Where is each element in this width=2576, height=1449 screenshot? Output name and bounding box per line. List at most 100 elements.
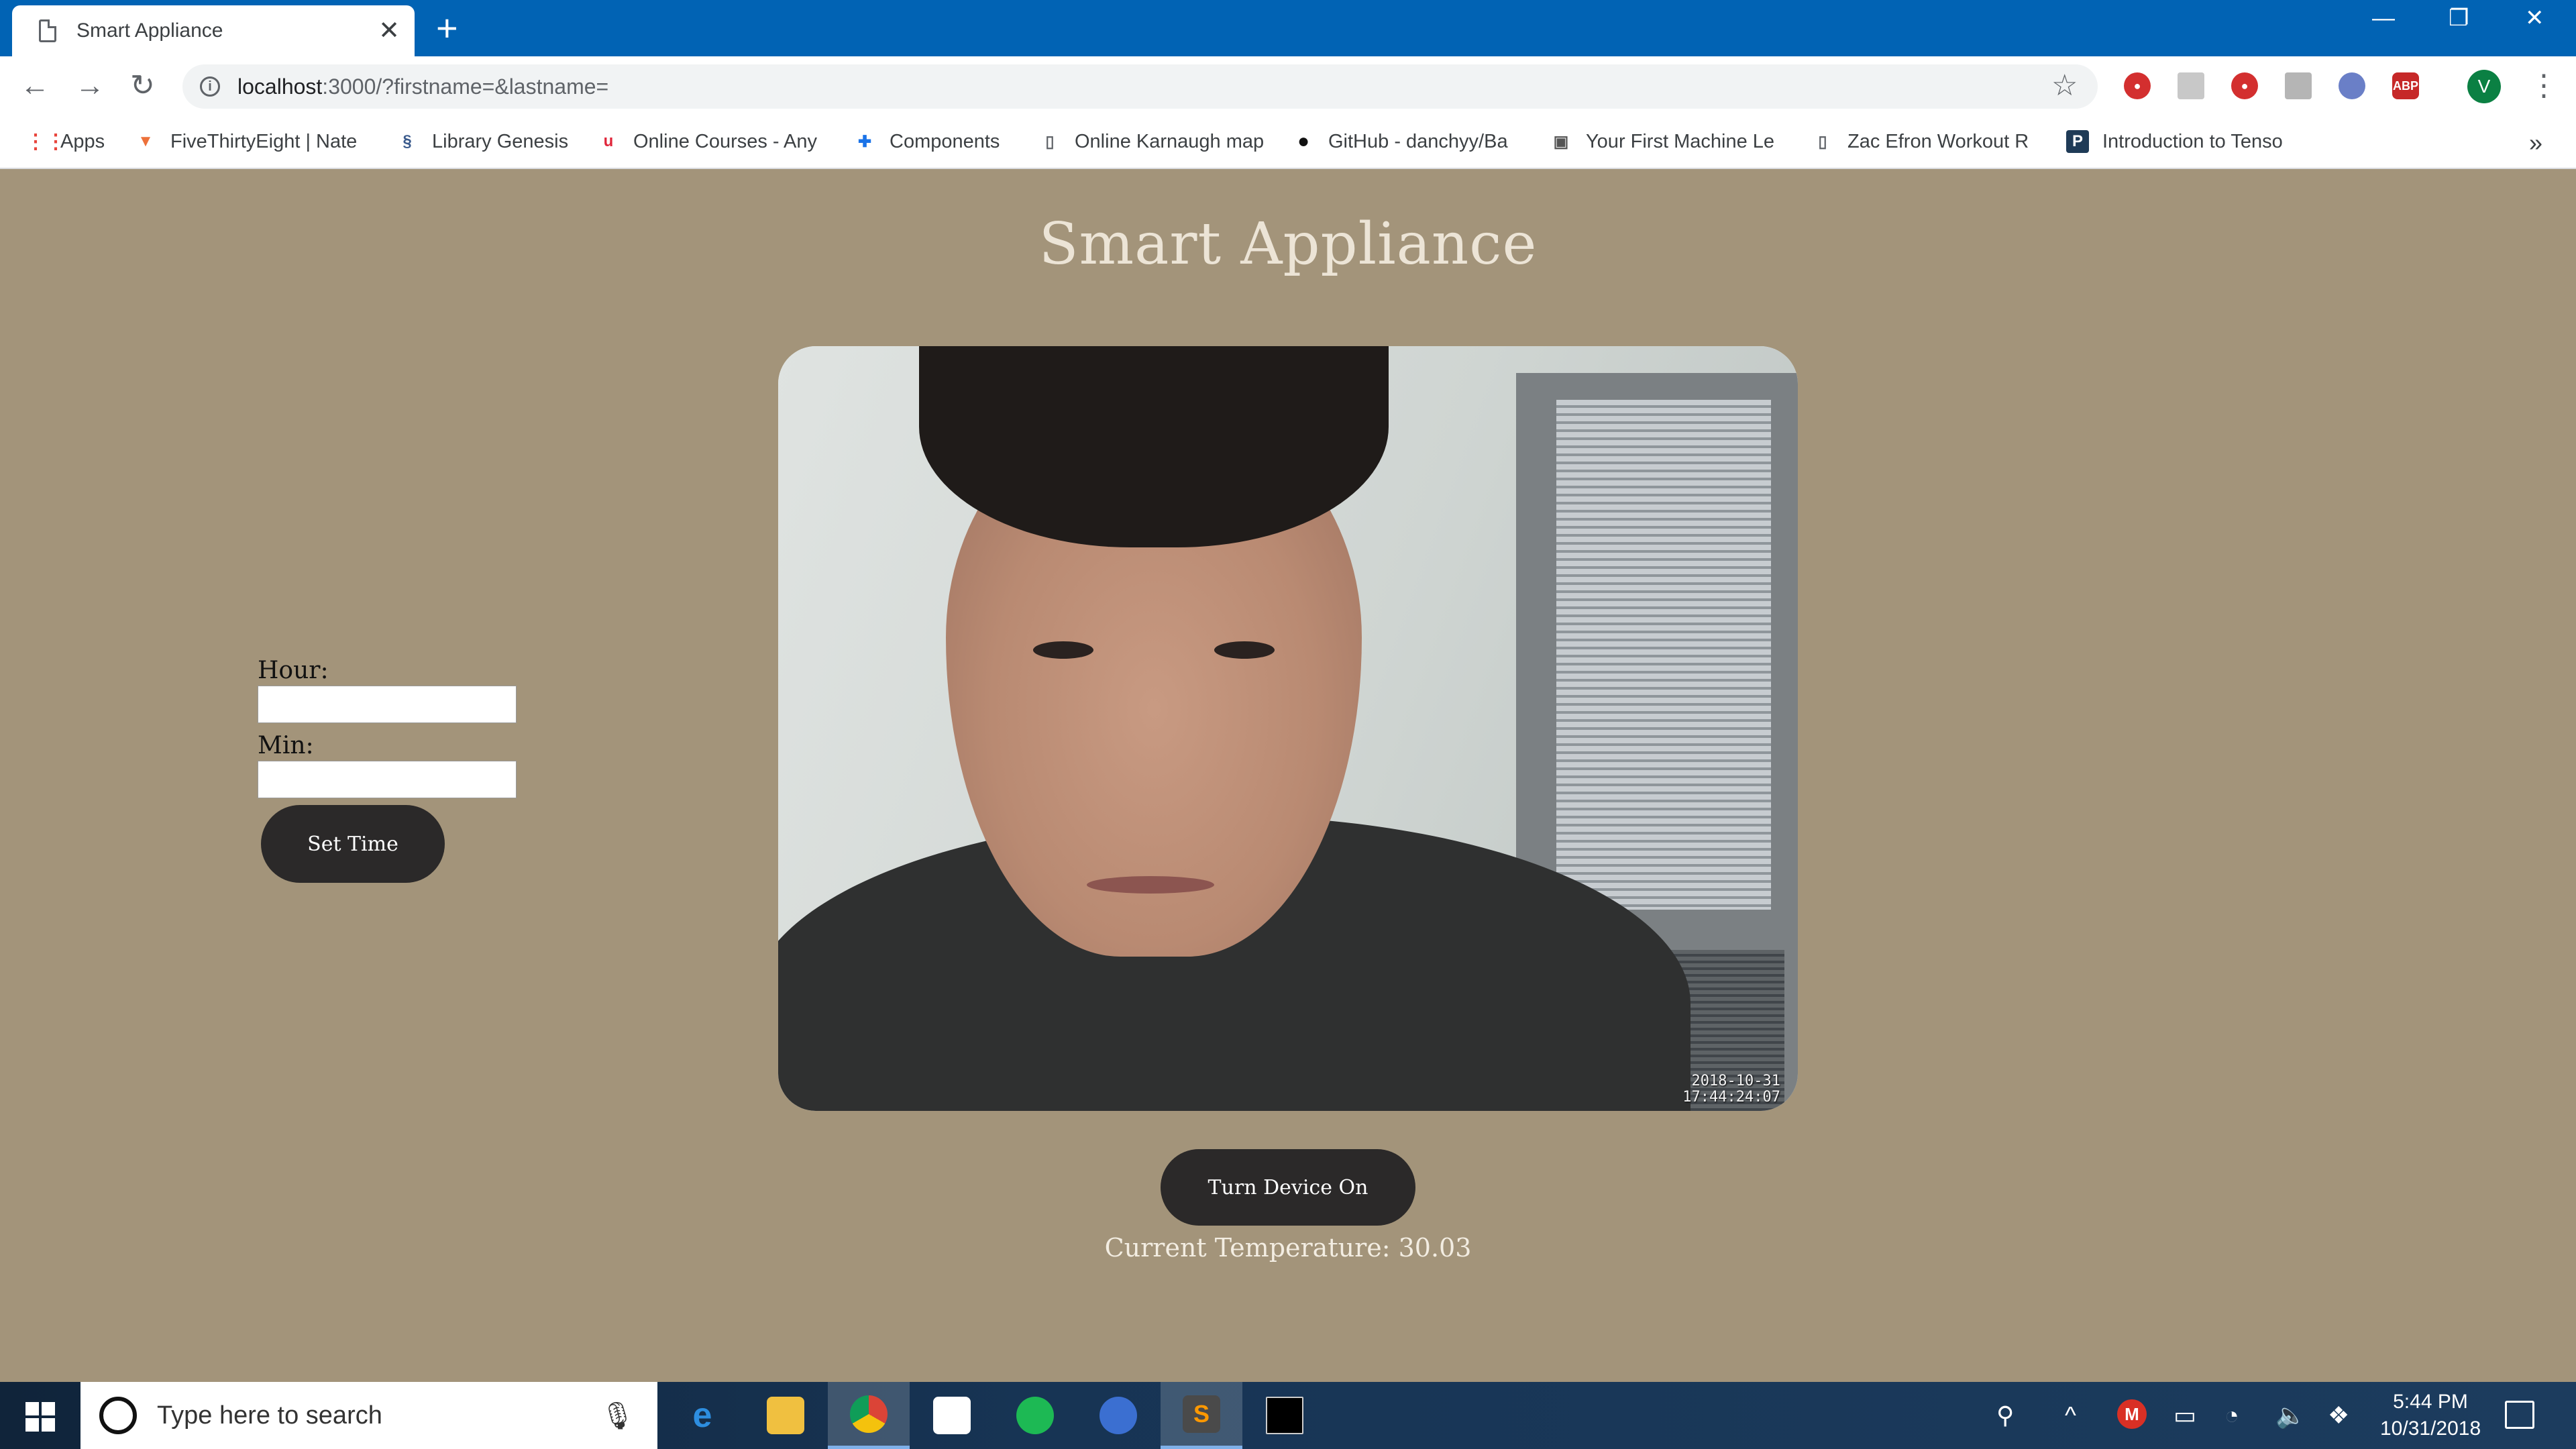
adblock-extension-icon[interactable]: ABP: [2392, 72, 2419, 99]
store-bag-icon: [933, 1397, 971, 1434]
browser-tabstrip: Smart Appliance ✕ + — ❐ ✕: [0, 0, 2576, 56]
minimize-button[interactable]: —: [2372, 7, 2395, 30]
url-path: :3000/?firstname=&lastname=: [322, 74, 609, 99]
bookmark-components[interactable]: ✚ Components: [853, 130, 1000, 153]
record-extension-icon[interactable]: ●: [2124, 72, 2151, 99]
windows-start-icon[interactable]: [25, 1402, 55, 1432]
bookmark-library-genesis[interactable]: § Library Genesis: [396, 130, 568, 153]
bookmark-karnaugh[interactable]: ▯ Online Karnaugh map: [1038, 130, 1267, 153]
action-center-icon[interactable]: [2505, 1401, 2534, 1429]
wifi-icon[interactable]: ◔: [2224, 1402, 2239, 1429]
pdf-extension-icon[interactable]: [2178, 72, 2204, 99]
page-content: Smart Appliance 2018-10-31 17:44:24:07 H…: [0, 169, 2576, 1382]
page-icon: ▯: [1045, 132, 1055, 151]
taskbar-chrome[interactable]: [828, 1382, 910, 1449]
bookmark-label: Library Genesis: [432, 130, 569, 152]
clock-date: 10/31/2018: [2380, 1417, 2481, 1440]
bookmark-label: Online Karnaugh map: [1075, 130, 1265, 152]
browser-toolbar: ← → ↻ i localhost:3000/?firstname=&lastn…: [0, 56, 2576, 117]
show-hidden-icons-chevron-icon[interactable]: ^: [2065, 1402, 2076, 1429]
bookmark-online-courses[interactable]: u Online Courses - Any: [597, 130, 825, 153]
start-pane: [25, 1418, 39, 1432]
taskbar-file-explorer[interactable]: [745, 1382, 826, 1449]
bookmark-fivethirtyeight[interactable]: ▼ FiveThirtyEight | Nate: [134, 130, 376, 153]
reload-icon[interactable]: ↻: [130, 71, 155, 101]
taskbar-spotify[interactable]: [994, 1382, 1076, 1449]
taskbar-app-blue[interactable]: [1077, 1382, 1159, 1449]
edge-icon: e: [692, 1396, 712, 1435]
browser-tab-active[interactable]: Smart Appliance ✕: [12, 5, 415, 56]
camera-timestamp-date: 2018-10-31: [1691, 1073, 1780, 1089]
mail-tray-icon[interactable]: M: [2117, 1399, 2147, 1429]
page-title: Smart Appliance: [1038, 211, 1538, 278]
page-icon: [39, 19, 56, 42]
bookmark-tensorflow[interactable]: P Introduction to Tenso: [2066, 130, 2298, 153]
hour-input[interactable]: [258, 686, 517, 723]
current-temperature: Current Temperature: 30.03: [1104, 1233, 1472, 1263]
more-bookmarks-icon[interactable]: »: [2529, 129, 2542, 157]
tab-title: Smart Appliance: [76, 19, 223, 42]
bookmark-label: Online Courses - Any: [633, 130, 818, 152]
translate-extension-icon[interactable]: [2285, 72, 2312, 99]
set-time-form: Hour: Min:: [258, 656, 526, 806]
clock-time: 5:44 PM: [2393, 1391, 2468, 1413]
turn-device-on-button[interactable]: Turn Device On: [1161, 1149, 1415, 1226]
apps-grid-icon: ⋮⋮⋮: [24, 130, 66, 153]
taskbar-search-box[interactable]: Type here to search 🎙: [80, 1382, 657, 1449]
bookmark-apps[interactable]: ⋮⋮⋮ Apps: [24, 130, 105, 153]
terminal-icon: [1266, 1397, 1303, 1434]
restore-button[interactable]: ❐: [2449, 7, 2469, 30]
fivethirtyeight-icon: ▼: [138, 132, 154, 150]
people-icon[interactable]: ⚲: [1996, 1402, 2014, 1429]
bookmark-label: Your First Machine Le: [1586, 130, 1775, 152]
puzzle-piece-icon: ✚: [857, 132, 872, 151]
profile-avatar[interactable]: V: [2467, 70, 2501, 103]
start-pane: [42, 1418, 55, 1432]
bookmark-github[interactable]: ● GitHub - danchyy/Ba: [1292, 130, 1520, 153]
address-bar[interactable]: i localhost:3000/?firstname=&lastname=: [182, 64, 2098, 109]
taskbar-search-placeholder: Type here to search: [157, 1401, 382, 1430]
library-genesis-icon: §: [402, 132, 412, 150]
battery-icon[interactable]: ▭: [2174, 1402, 2196, 1429]
bookmark-label: FiveThirtyEight | Nate: [170, 130, 358, 152]
taskbar-store[interactable]: [911, 1382, 993, 1449]
taskbar-clock[interactable]: 5:44 PM 10/31/2018: [2380, 1389, 2481, 1442]
back-arrow-icon[interactable]: ←: [20, 71, 50, 101]
start-pane: [42, 1402, 55, 1415]
thumbnail-icon: ▣: [1553, 132, 1569, 151]
owl-extension-icon[interactable]: [2339, 72, 2365, 99]
sublime-text-icon: S: [1183, 1395, 1220, 1433]
camera-timestamp-time: 17:44:24:07: [1682, 1089, 1780, 1106]
min-input[interactable]: [258, 761, 517, 798]
forward-arrow-icon[interactable]: →: [75, 71, 105, 101]
min-label: Min:: [258, 732, 314, 759]
bookmark-star-icon[interactable]: ☆: [2051, 70, 2078, 102]
cortana-circle-icon[interactable]: [99, 1397, 137, 1434]
close-window-button[interactable]: ✕: [2525, 7, 2544, 30]
url-host: localhost: [237, 74, 323, 99]
udemy-icon: u: [603, 132, 614, 150]
new-tab-button[interactable]: +: [436, 9, 458, 47]
taskbar-sublime[interactable]: S: [1161, 1382, 1242, 1449]
start-pane: [25, 1402, 39, 1415]
page-icon: ▯: [1818, 132, 1827, 151]
set-time-button[interactable]: Set Time: [261, 805, 445, 883]
dropbox-icon[interactable]: ❖: [2328, 1402, 2349, 1429]
blue-circle-app-icon: [1099, 1397, 1137, 1434]
bookmarks-bar: ⋮⋮⋮ Apps ▼ FiveThirtyEight | Nate § Libr…: [0, 117, 2576, 169]
github-icon: ●: [1297, 130, 1310, 152]
bookmark-zac-efron[interactable]: ▯ Zac Efron Workout R: [1811, 130, 2039, 153]
bookmark-first-machine-learning[interactable]: ▣ Your First Machine Le: [1550, 130, 1784, 153]
taskbar-terminal[interactable]: [1244, 1382, 1326, 1449]
info-icon[interactable]: i: [200, 76, 220, 97]
volume-icon[interactable]: 🔈: [2275, 1402, 2306, 1429]
camera-person-eye-left: [1033, 641, 1093, 659]
kebab-menu-icon[interactable]: ⋮: [2529, 68, 2559, 103]
camera-timestamp: 2018-10-31 17:44:24:07: [1682, 1073, 1780, 1106]
microphone-icon[interactable]: 🎙: [600, 1400, 635, 1432]
record-extension-icon-2[interactable]: ●: [2231, 72, 2258, 99]
tab-close-icon[interactable]: ✕: [378, 18, 400, 44]
taskbar-edge[interactable]: e: [661, 1382, 743, 1449]
camera-person-eye-right: [1214, 641, 1275, 659]
bookmark-label: Introduction to Tenso: [2102, 130, 2283, 152]
